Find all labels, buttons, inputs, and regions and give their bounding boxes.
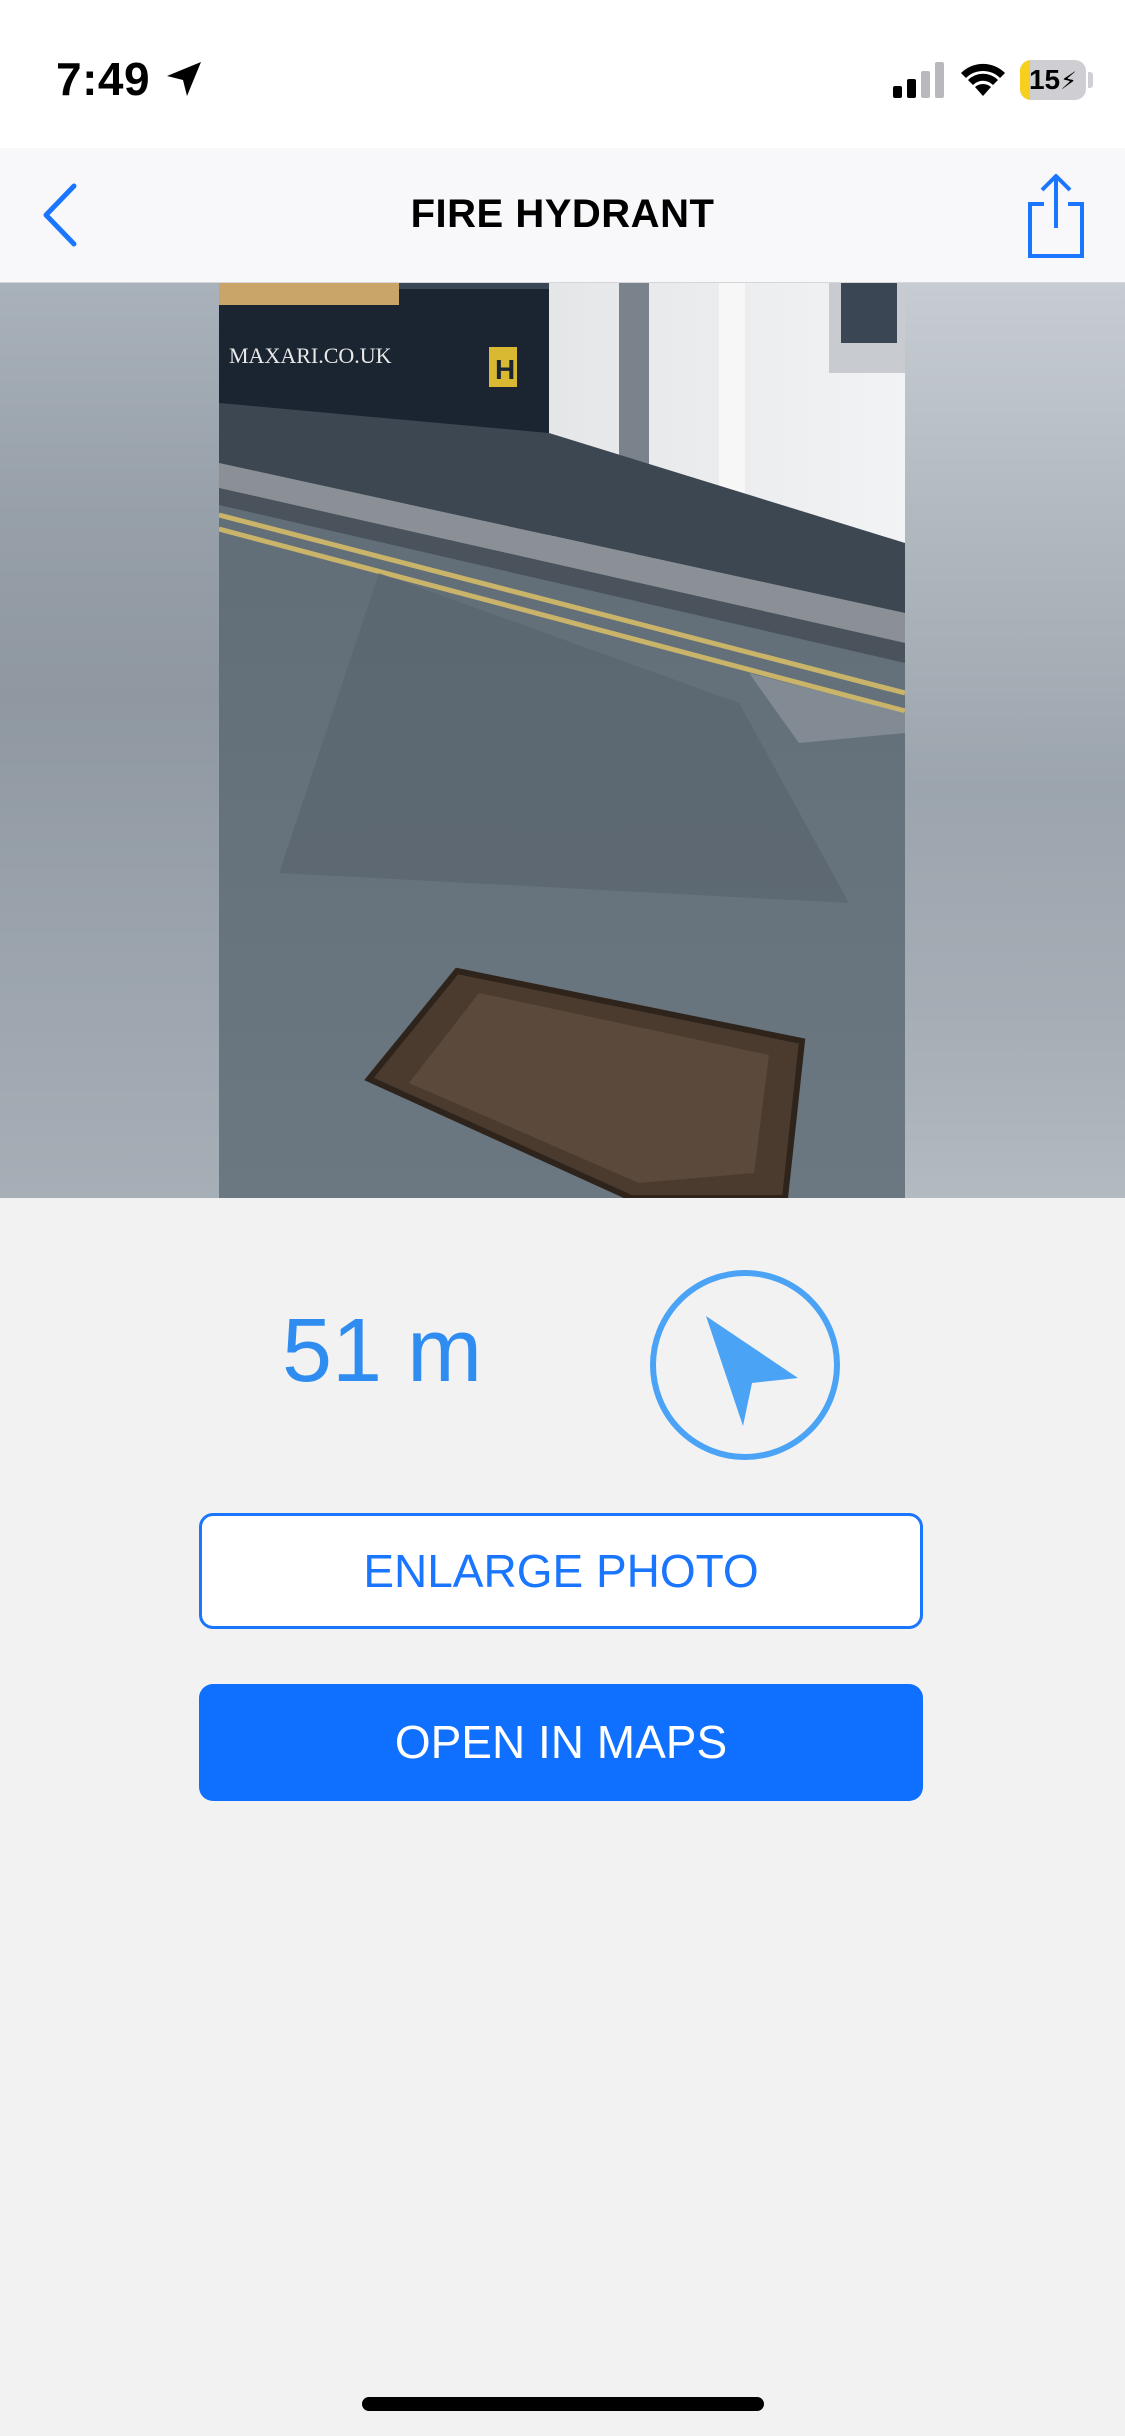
- navigation-bar: FIRE HYDRANT: [0, 148, 1125, 283]
- photo-sign-text: MAXARI.CO.UK: [229, 343, 392, 368]
- distance-value: 51 m: [282, 1301, 483, 1401]
- battery-cap: [1088, 72, 1093, 88]
- status-bar: 7:49 15⚡: [0, 0, 1125, 148]
- page-title: FIRE HYDRANT: [410, 192, 715, 236]
- hydrant-marker-letter: H: [495, 354, 515, 385]
- photo-blur-left: [0, 283, 219, 1198]
- battery-charging-icon: 15⚡: [1020, 60, 1086, 100]
- enlarge-photo-button[interactable]: ENLARGE PHOTO: [199, 1513, 923, 1629]
- photo-blur-right: [905, 283, 1125, 1198]
- battery-level-label: 15⚡: [1028, 64, 1077, 95]
- home-indicator[interactable]: [362, 2397, 764, 2411]
- location-arrow-icon: [167, 62, 201, 96]
- cellular-signal-icon: [893, 62, 944, 98]
- hydrant-photo[interactable]: MAXARI.CO.UK H: [219, 283, 905, 1198]
- navigation-arrow-icon[interactable]: [648, 1268, 842, 1462]
- open-in-maps-button[interactable]: OPEN IN MAPS: [199, 1684, 923, 1801]
- share-icon: [1028, 174, 1084, 258]
- wifi-icon: [961, 63, 1005, 96]
- share-button[interactable]: [1020, 170, 1090, 260]
- photo-area: MAXARI.CO.UK H: [0, 283, 1125, 1198]
- status-time: 7:49: [56, 53, 151, 105]
